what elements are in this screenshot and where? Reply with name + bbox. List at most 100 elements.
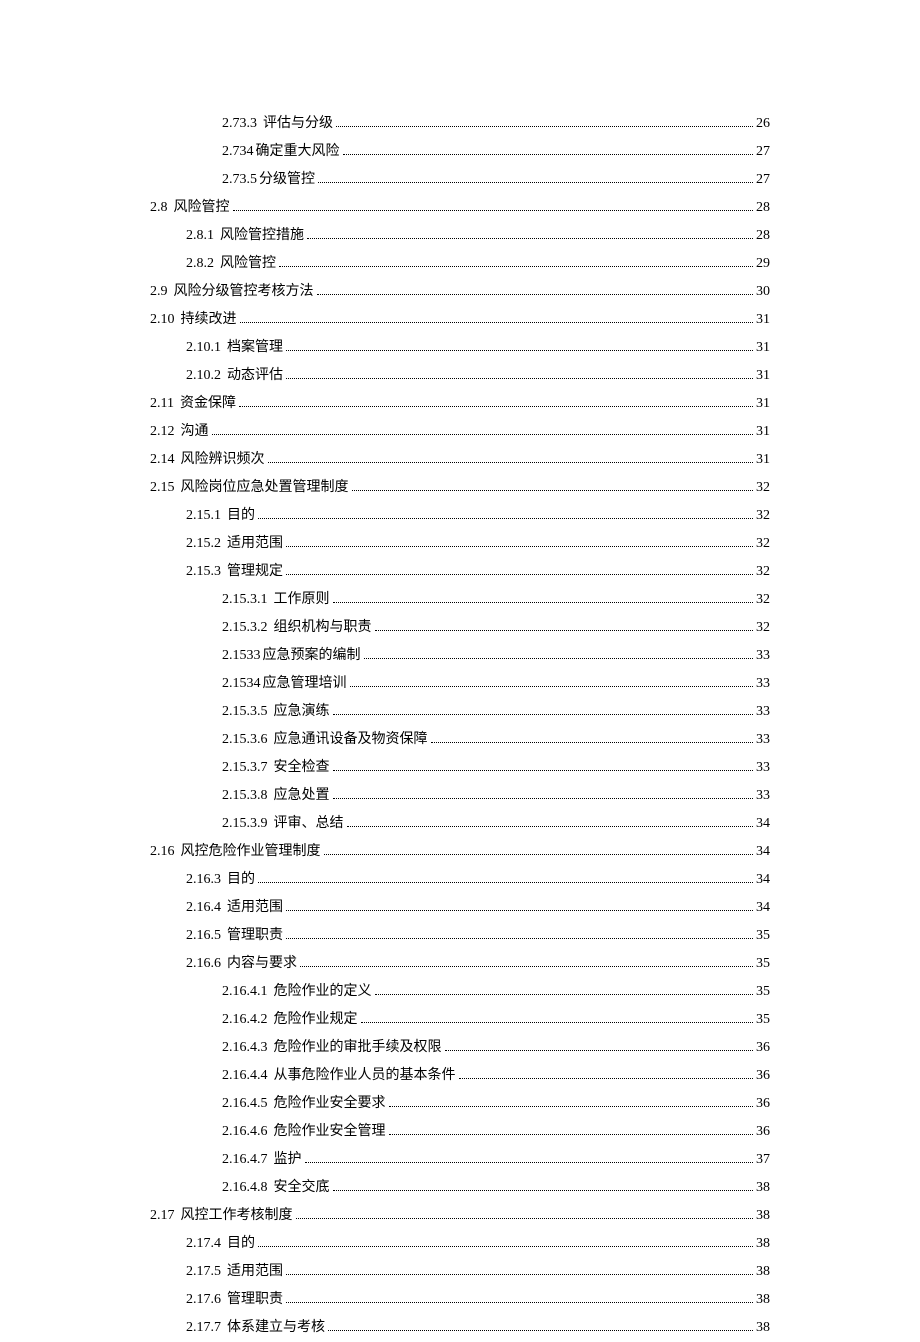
toc-entry-page: 35 xyxy=(756,950,770,978)
toc-entry-title: 危险作业的审批手续及权限 xyxy=(274,1034,442,1062)
toc-entry-page: 34 xyxy=(756,810,770,838)
toc-entry: 2.15.3.7安全检查33 xyxy=(150,754,770,782)
toc-leader-dots xyxy=(333,714,754,715)
toc-entry-number: 2.16 xyxy=(150,838,175,866)
toc-entry-number: 2.16.4.8 xyxy=(222,1174,268,1202)
toc-entry-page: 35 xyxy=(756,1006,770,1034)
toc-entry-page: 31 xyxy=(756,446,770,474)
toc-leader-dots xyxy=(300,966,753,967)
toc-leader-dots xyxy=(389,1134,754,1135)
toc-entry-number: 2.16.4.1 xyxy=(222,978,268,1006)
toc-entry-title: 档案管理 xyxy=(227,334,283,362)
toc-entry-page: 36 xyxy=(756,1118,770,1146)
toc-leader-dots xyxy=(352,490,754,491)
toc-entry-page: 31 xyxy=(756,334,770,362)
toc-entry-page: 33 xyxy=(756,698,770,726)
toc-leader-dots xyxy=(258,1246,753,1247)
toc-entry: 2.17风控工作考核制度38 xyxy=(150,1202,770,1230)
toc-entry: 2.16风控危险作业管理制度 34 xyxy=(150,838,770,866)
toc-entry-number: 2.16.5 xyxy=(186,922,221,950)
toc-entry: 2.15.3.2组织机构与职责32 xyxy=(150,614,770,642)
toc-entry-page: 36 xyxy=(756,1062,770,1090)
toc-entry-number: 2.15.3.9 xyxy=(222,810,268,838)
toc-entry-title: 风控危险作业管理制度 xyxy=(181,838,321,866)
toc-entry-page: 27 xyxy=(756,166,770,194)
toc-leader-dots xyxy=(212,434,754,435)
toc-entry-page: 32 xyxy=(756,502,770,530)
toc-entry-page: 32 xyxy=(756,474,770,502)
toc-entry-title: 风险辨识频次 xyxy=(181,446,265,474)
toc-entry: 2.15.3.1工作原则32 xyxy=(150,586,770,614)
toc-entry: 2.12沟通31 xyxy=(150,418,770,446)
toc-entry-title: 监护 xyxy=(274,1146,302,1174)
toc-entry-title: 评审、总结 xyxy=(274,810,344,838)
toc-leader-dots xyxy=(375,630,754,631)
toc-entry-title: 风控工作考核制度 xyxy=(181,1202,293,1230)
toc-entry-number: 2.16.4.5 xyxy=(222,1090,268,1118)
toc-entry-number: 2.73.3 xyxy=(222,110,257,138)
toc-entry: 2.15.1目的32 xyxy=(150,502,770,530)
toc-entry: 2.15.3.6应急通讯设备及物资保障33 xyxy=(150,726,770,754)
toc-entry: 2.16.4.7监护37 xyxy=(150,1146,770,1174)
toc-entry-title: 评估与分级 xyxy=(263,110,333,138)
toc-entry-page: 30 xyxy=(756,278,770,306)
toc-entry-page: 35 xyxy=(756,978,770,1006)
toc-entry-page: 31 xyxy=(756,362,770,390)
toc-entry-title: 应急演练 xyxy=(274,698,330,726)
toc-entry-title: 管理职责 xyxy=(227,922,283,950)
toc-entry: 2.1534应急管理培训33 xyxy=(150,670,770,698)
toc-leader-dots xyxy=(286,546,753,547)
toc-entry-title: 确定重大风险 xyxy=(256,138,340,166)
toc-entry: 2.16.4.1危险作业的定义 35 xyxy=(150,978,770,1006)
toc-entry-title: 风险管控措施 xyxy=(220,222,304,250)
toc-entry-page: 28 xyxy=(756,222,770,250)
toc-entry-page: 33 xyxy=(756,726,770,754)
toc-entry: 2.16.4.6危险作业安全管理36 xyxy=(150,1118,770,1146)
toc-leader-dots xyxy=(336,126,753,127)
toc-entry-number: 2.15.3.8 xyxy=(222,782,268,810)
toc-entry-title: 风险分级管控考核方法 xyxy=(174,278,314,306)
toc-leader-dots xyxy=(305,1162,754,1163)
toc-entry: 2.16.4.5危险作业安全要求36 xyxy=(150,1090,770,1118)
toc-entry-title: 适用范围 xyxy=(227,530,283,558)
toc-entry: 2.17.7体系建立与考核38 xyxy=(150,1314,770,1342)
toc-entry: 2.17.6管理职责38 xyxy=(150,1286,770,1314)
toc-entry-page: 34 xyxy=(756,838,770,866)
toc-entry-number: 2.15.1 xyxy=(186,502,221,530)
toc-leader-dots xyxy=(350,686,754,687)
toc-entry: 2.16.4.2危险作业规定35 xyxy=(150,1006,770,1034)
toc-entry-number: 2.15.2 xyxy=(186,530,221,558)
toc-entry: 2.10.1档案管理 31 xyxy=(150,334,770,362)
toc-entry-title: 持续改进 xyxy=(181,306,237,334)
toc-entry-page: 38 xyxy=(756,1230,770,1258)
toc-leader-dots xyxy=(318,182,753,183)
toc-entry-title: 危险作业的定义 xyxy=(274,978,372,1006)
toc-entry-number: 2.1533 xyxy=(222,642,261,670)
toc-entry-page: 32 xyxy=(756,558,770,586)
toc-entry: 2.16.4适用范围34 xyxy=(150,894,770,922)
table-of-contents: 2.73.3评估与分级262.734确定重大风险272.73.5分级管控272.… xyxy=(150,110,770,1342)
toc-entry-number: 2.15.3 xyxy=(186,558,221,586)
toc-entry-number: 2.14 xyxy=(150,446,175,474)
toc-entry: 2.1533应急预案的编制33 xyxy=(150,642,770,670)
toc-entry: 2.11资金保障31 xyxy=(150,390,770,418)
toc-entry: 2.15.3.8应急处置33 xyxy=(150,782,770,810)
toc-entry-page: 26 xyxy=(756,110,770,138)
toc-leader-dots xyxy=(258,882,753,883)
toc-entry-title: 目的 xyxy=(227,1230,255,1258)
toc-entry-number: 2.15.3.5 xyxy=(222,698,268,726)
toc-entry-title: 危险作业安全管理 xyxy=(274,1118,386,1146)
toc-entry-number: 2.8.2 xyxy=(186,250,214,278)
toc-entry: 2.16.4.4从事危险作业人员的基本条件36 xyxy=(150,1062,770,1090)
toc-entry-number: 2.16.4 xyxy=(186,894,221,922)
toc-leader-dots xyxy=(445,1050,754,1051)
toc-entry-title: 内容与要求 xyxy=(227,950,297,978)
toc-entry-page: 33 xyxy=(756,642,770,670)
toc-entry-page: 33 xyxy=(756,670,770,698)
toc-leader-dots xyxy=(258,518,753,519)
toc-entry-title: 应急处置 xyxy=(274,782,330,810)
toc-entry-number: 2.10.1 xyxy=(186,334,221,362)
toc-entry-title: 危险作业规定 xyxy=(274,1006,358,1034)
toc-entry-page: 36 xyxy=(756,1090,770,1118)
toc-entry-number: 2.10 xyxy=(150,306,175,334)
